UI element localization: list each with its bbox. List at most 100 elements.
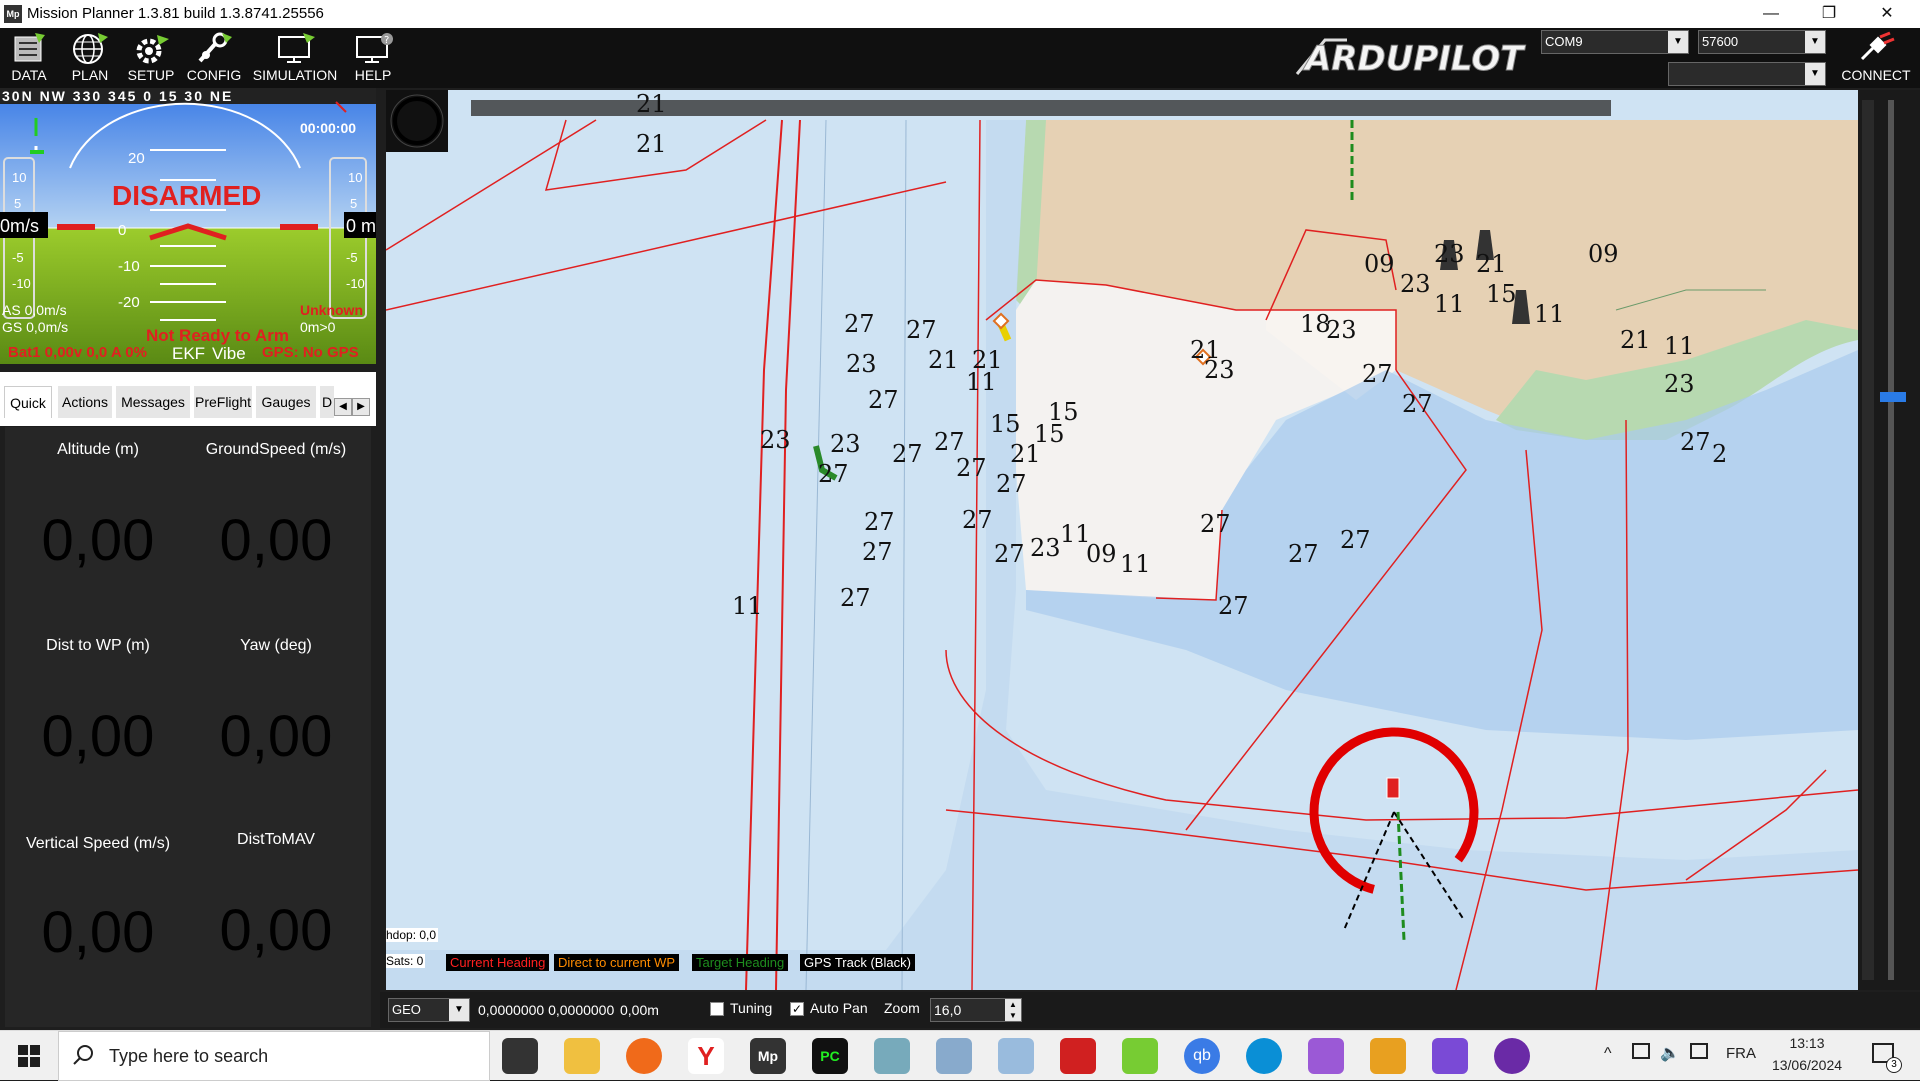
tab-actions[interactable]: Actions [58,386,112,418]
tab-quick[interactable]: Quick [4,386,52,418]
visual-studio-icon[interactable] [1432,1038,1468,1074]
tuning-label: Tuning [730,1000,773,1016]
tab-scroll-left-icon[interactable]: ◀ [334,398,352,416]
map-status-bar: GEO ▼ 0,0000000 0,0000000 0,00m Tuning ✓… [380,992,1920,1028]
simulation-icon [250,30,340,66]
baud-select[interactable]: 57600 ▼ [1698,30,1826,54]
mission-planner-taskbar-icon[interactable]: Mp [750,1038,786,1074]
left-scale-m5: -5 [12,250,24,265]
quick-value-groundspeed[interactable]: 0,00 [187,507,365,574]
task-view-icon[interactable] [502,1038,538,1074]
network-icon[interactable] [1632,1043,1650,1059]
chevron-down-icon: ▼ [1668,31,1688,53]
quick-value-altitude[interactable]: 0,00 [9,507,187,574]
file-explorer-icon[interactable] [564,1038,600,1074]
taskbar-time[interactable]: 13:13 [1772,1035,1842,1051]
github-icon[interactable] [1494,1038,1530,1074]
connect-button[interactable]: CONNECT [1836,30,1916,86]
notification-count: 3 [1886,1057,1902,1073]
config-button[interactable]: CONFIG [184,30,244,86]
baud-value: 57600 [1702,34,1739,49]
tray-chevron-icon[interactable]: ^ [1604,1045,1612,1063]
svg-text:?: ? [384,35,389,46]
right-scale-5: 5 [350,196,358,211]
setup-gear-icon [124,30,178,66]
tab-gauges[interactable]: Gauges [256,386,316,418]
tuning-checkbox[interactable] [710,1002,724,1016]
pitch-label-20: 20 [128,150,145,167]
zoom-thumb[interactable] [1880,392,1906,402]
firefox-icon[interactable] [626,1038,662,1074]
yandex-icon[interactable]: Y [688,1038,724,1074]
quick-value-vertical-speed[interactable]: 0,00 [9,899,187,966]
qbittorrent-icon[interactable]: qb [1184,1038,1220,1074]
disarmed-status: DISARMED [112,180,262,211]
autopan-checkbox[interactable]: ✓ [790,1002,804,1016]
zoom-slider[interactable] [1858,90,1920,990]
main-toolbar: DATA PLAN SETUP CONFIG SIMULATION ? HELP [0,28,1920,88]
quick-label-groundspeed: GroundSpeed (m/s) [205,441,347,458]
app-icon-8[interactable] [936,1038,972,1074]
quick-label-dist-to-mav: DistToMAV [237,831,315,848]
restore-button[interactable]: ❐ [1800,0,1858,28]
pitch-label-0: 0 [118,222,127,239]
tab-scroll-right-icon[interactable]: ▶ [352,398,370,416]
tab-messages[interactable]: Messages [116,386,190,418]
plan-label: PLAN [71,67,109,83]
hud-time: 00:00:00 [300,120,357,136]
close-button[interactable]: ✕ [1858,0,1916,28]
chevron-down-icon: ▼ [1805,63,1825,85]
windows-start-icon[interactable] [18,1045,40,1067]
zoom-rail [1888,100,1894,980]
quick-value-dist-to-mav[interactable]: 0,00 [187,897,365,964]
volume-icon[interactable]: 🔈 [1660,1043,1680,1063]
map-view[interactable]: 21 21 27 27 23 21 21 27 27 23 27 27 23 27 27 27 27 27 27 27… [386,90,1858,990]
right-scale-10: 10 [348,170,363,185]
pdf-reader-icon[interactable] [1060,1038,1096,1074]
quick-label-vertical-speed: Vertical Speed (m/s) [25,835,171,852]
minimize-button[interactable]: — [1742,0,1800,28]
tray-app-icon[interactable] [1690,1043,1708,1059]
legend-direct-to-wp: Direct to current WP [554,954,680,971]
tab-preflight[interactable]: PreFlight [194,386,252,418]
plan-button[interactable]: PLAN [62,30,118,86]
photos-icon[interactable] [998,1038,1034,1074]
port-value: COM9 [1545,34,1583,49]
right-scale-m10: -10 [346,276,365,291]
language-indicator[interactable]: FRA [1726,1045,1756,1062]
app-icon-7[interactable] [874,1038,910,1074]
info-tabs: Quick Actions Messages PreFlight Gauges … [0,372,376,426]
vibe-status: Vibe [212,344,246,363]
data-button[interactable]: DATA [2,30,56,86]
help-button[interactable]: ? HELP [344,30,402,86]
autopan-label: Auto Pan [810,1000,868,1016]
taskbar-date[interactable]: 13/06/2024 [1766,1057,1848,1073]
pycharm-icon[interactable]: PC [812,1038,848,1074]
connect-label: CONNECT [1841,67,1911,83]
app-icon-15[interactable] [1370,1038,1406,1074]
zoom-value: 16,0 [934,1002,962,1018]
left-scale-10: 10 [12,170,27,185]
quick-value-yaw[interactable]: 0,00 [187,703,365,770]
zoom-label: Zoom [884,1000,920,1016]
left-scale-5: 5 [14,196,22,211]
zoom-input[interactable]: 16,0 ▲ ▼ [930,998,1022,1022]
projection-select[interactable]: GEO ▼ [388,998,470,1022]
quick-value-dist-to-wp[interactable]: 0,00 [9,703,187,770]
port-select[interactable]: COM9 ▼ [1541,30,1689,54]
link-select[interactable]: ▼ [1668,62,1826,86]
app-icon-11[interactable] [1122,1038,1158,1074]
search-placeholder: Type here to search [109,1046,269,1066]
app-icon-14[interactable] [1308,1038,1344,1074]
pitch-label-m10: -10 [118,258,140,275]
edge-icon[interactable] [1246,1038,1282,1074]
projection-value: GEO [392,1002,421,1017]
stepper-icon[interactable]: ▲ ▼ [1005,999,1021,1021]
tab-more[interactable]: D [320,386,334,418]
help-icon: ? [344,30,402,66]
setup-button[interactable]: SETUP [124,30,178,86]
simulation-button[interactable]: SIMULATION [250,30,340,86]
hud-speed: 0m/s [0,216,40,236]
taskbar-search-box[interactable]: Type here to search [58,1031,490,1081]
nautical-chart [386,100,1858,990]
